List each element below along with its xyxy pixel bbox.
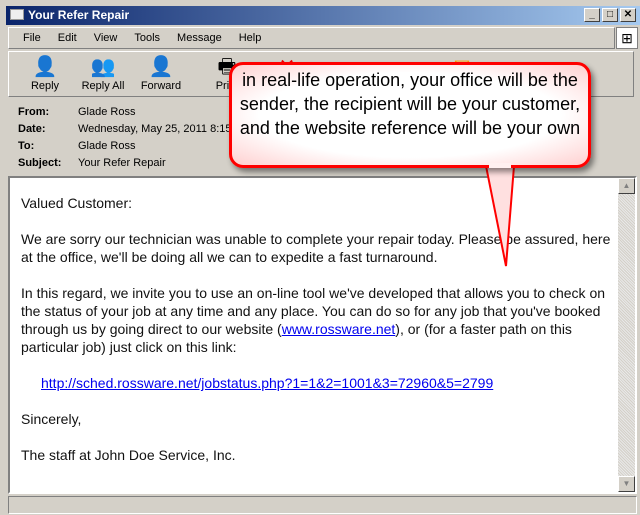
callout-text: in real-life operation, your office will…	[239, 70, 581, 138]
annotation-callout: in real-life operation, your office will…	[229, 62, 591, 168]
